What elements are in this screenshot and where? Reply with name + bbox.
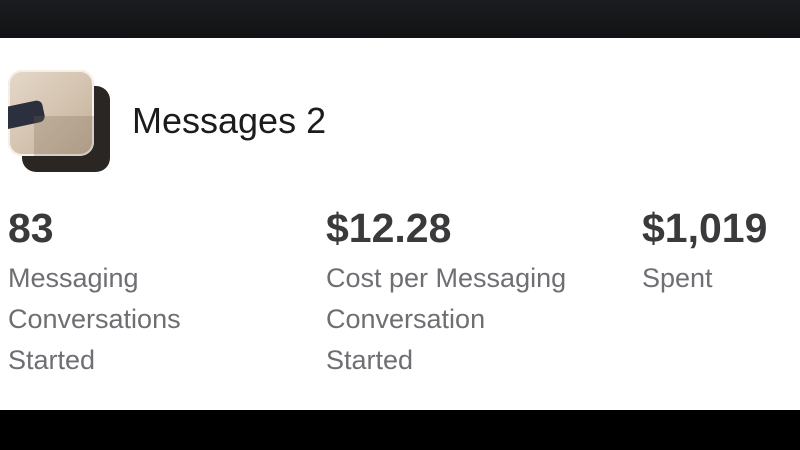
- screen: Messages 2 83 Messaging Conversations St…: [0, 0, 800, 450]
- metric-label-line: Messaging: [8, 263, 139, 293]
- metric-label-line: Conversations: [8, 304, 181, 334]
- top-letterbox: [0, 0, 800, 38]
- thumbnail-shade: [34, 116, 94, 156]
- metric-value: $1,019: [642, 205, 768, 251]
- ad-thumbnail-image[interactable]: [8, 70, 94, 156]
- metric-label-line: Cost per Messaging: [326, 263, 567, 293]
- metric-label: Spent: [642, 258, 774, 299]
- ad-summary-card[interactable]: Messages 2 83 Messaging Conversations St…: [0, 38, 800, 410]
- metric-cost-per-conversation[interactable]: $12.28 Cost per Messaging Conversation S…: [326, 204, 626, 381]
- metric-value: 83: [8, 205, 54, 251]
- metric-label-line: Started: [8, 345, 96, 375]
- metric-value: $12.28: [326, 205, 452, 251]
- metric-label: Cost per Messaging Conversation Started: [326, 258, 626, 381]
- metric-amount-spent[interactable]: $1,019 Spent: [642, 204, 774, 299]
- metric-label: Messaging Conversations Started: [8, 258, 268, 381]
- ad-name-title[interactable]: Messages 2: [132, 100, 326, 142]
- metric-label-line: Conversation: [326, 304, 486, 334]
- bottom-letterbox: [0, 410, 800, 450]
- metric-label-line: Started: [326, 345, 414, 375]
- metric-messaging-conversations[interactable]: 83 Messaging Conversations Started: [8, 204, 268, 381]
- metric-label-line: Spent: [642, 263, 713, 293]
